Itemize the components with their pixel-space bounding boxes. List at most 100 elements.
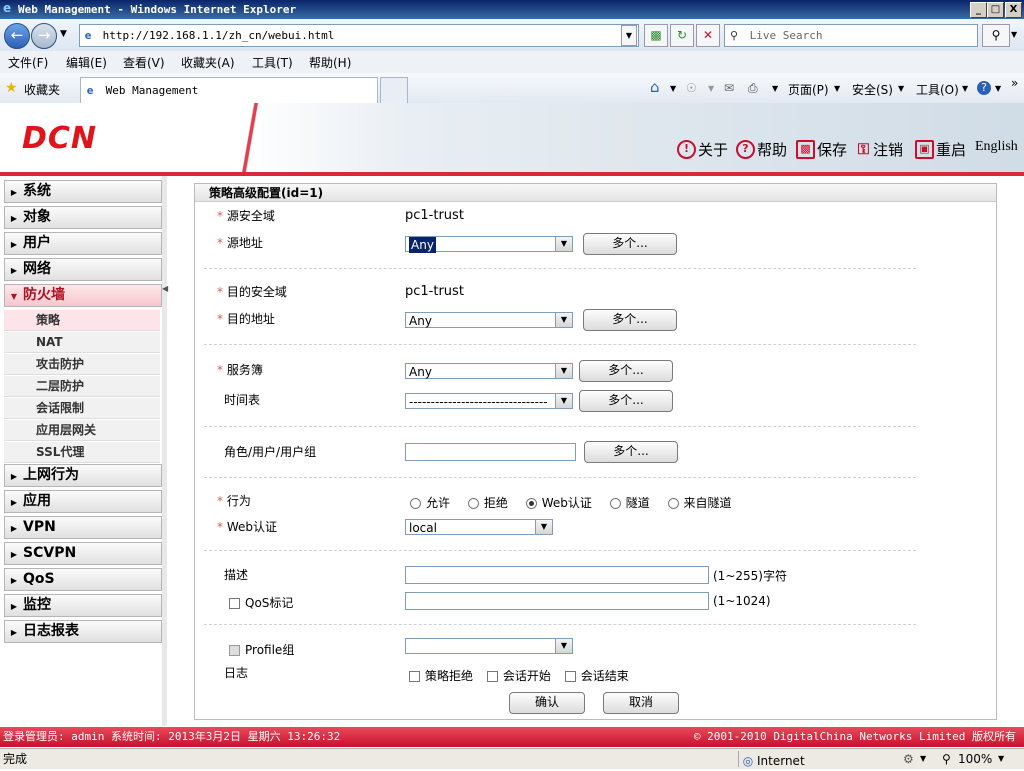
home-dropdown-icon[interactable]: ▼	[670, 84, 676, 93]
sidebar-item-objects[interactable]: ▶ 对象	[4, 206, 162, 229]
dst-addr-more-button[interactable]: 多个...	[583, 309, 677, 331]
search-options-icon[interactable]: ▼	[1011, 30, 1017, 39]
role-input[interactable]	[405, 443, 576, 461]
menu-help[interactable]: 帮助(H)	[309, 54, 351, 71]
qos-mark-checkbox[interactable]: QoS标记	[229, 594, 293, 611]
print-dropdown-icon[interactable]: ▼	[772, 84, 778, 93]
zoom-level[interactable]: 100%	[958, 749, 992, 769]
menu-favorites[interactable]: 收藏夹(A)	[181, 54, 235, 71]
src-addr-select[interactable]: Any ▼	[405, 236, 573, 253]
back-button[interactable]: ←	[4, 23, 30, 49]
sidebar-item-network[interactable]: ▶ 网络	[4, 258, 162, 281]
favorites-button[interactable]: 收藏夹	[24, 81, 60, 98]
help-icon[interactable]: ?	[977, 81, 991, 95]
qos-mark-input[interactable]	[405, 592, 709, 610]
zoom-icon[interactable]: ⚲	[942, 749, 951, 769]
address-input[interactable]: e http://192.168.1.1/zh_cn/webui.html	[79, 24, 639, 47]
schedule-select[interactable]: -------------------------------- ▼	[405, 393, 573, 409]
sidebar-item-internet-behavior[interactable]: ▶ 上网行为	[4, 464, 162, 487]
page-dropdown-icon[interactable]: ▼	[834, 84, 840, 93]
tools-menu[interactable]: 工具(O)	[916, 81, 959, 98]
action-tunnel-radio[interactable]: 隧道	[609, 496, 650, 510]
safety-menu[interactable]: 安全(S)	[852, 81, 893, 98]
sidebar-item-scvpn[interactable]: ▶ SCVPN	[4, 542, 162, 565]
sidebar-item-log-report[interactable]: ▶ 日志报表	[4, 620, 162, 643]
collapse-sidebar-icon[interactable]: ◀	[162, 284, 168, 293]
reboot-link[interactable]: ▣ 重启	[915, 139, 966, 160]
feeds-dropdown-icon[interactable]: ▼	[708, 84, 714, 93]
zoom-dropdown-icon[interactable]: ▼	[998, 749, 1004, 769]
feeds-icon[interactable]: ☉	[686, 81, 697, 95]
forward-button[interactable]: →	[31, 23, 57, 49]
help-dropdown-icon[interactable]: ▼	[995, 84, 1001, 93]
action-permit-radio[interactable]: 允许	[410, 496, 450, 510]
english-link[interactable]: English	[975, 139, 1018, 155]
service-more-button[interactable]: 多个...	[579, 360, 673, 382]
sidebar-item-application[interactable]: ▶ 应用	[4, 490, 162, 513]
new-tab-button[interactable]	[380, 77, 408, 104]
print-icon[interactable]: ⎙	[748, 81, 758, 96]
logout-link[interactable]: ⚿ 注销	[856, 139, 903, 160]
search-input[interactable]: ⚲ Live Search	[724, 24, 978, 47]
sidebar-sub-attack-defense[interactable]: 攻击防护	[4, 354, 160, 375]
help-link[interactable]: ? 帮助	[736, 139, 787, 160]
sidebar-item-monitor[interactable]: ▶ 监控	[4, 594, 162, 617]
menu-file[interactable]: 文件(F)	[8, 54, 48, 71]
log-session-end-checkbox[interactable]: 会话结束	[564, 669, 629, 683]
divider	[204, 550, 916, 551]
protected-mode-dropdown-icon[interactable]: ▼	[920, 749, 926, 769]
profile-group-select[interactable]: ▼	[405, 638, 573, 654]
sidebar-splitter[interactable]: ◀	[162, 176, 168, 726]
stop-icon[interactable]: ✕	[696, 24, 720, 47]
sidebar-sub-nat[interactable]: NAT	[4, 332, 160, 353]
mail-icon[interactable]: ✉	[724, 81, 734, 95]
tools-dropdown-icon[interactable]: ▼	[962, 84, 968, 93]
sidebar-item-users[interactable]: ▶ 用户	[4, 232, 162, 255]
home-icon[interactable]: ⌂	[650, 78, 660, 96]
about-link[interactable]: ! 关于	[677, 139, 728, 160]
overflow-chevron-icon[interactable]: »	[1011, 76, 1018, 90]
sidebar-sub-session-limit[interactable]: 会话限制	[4, 398, 160, 419]
action-webauth-radio[interactable]: Web认证	[525, 496, 592, 510]
schedule-more-button[interactable]: 多个...	[579, 390, 673, 412]
page-header: DCN ! 关于 ? 帮助 ▩ 保存 ⚿ 注销 ▣ 重启 English	[0, 103, 1024, 176]
cancel-button[interactable]: 取消	[603, 692, 679, 714]
address-dropdown-icon[interactable]: ▼	[621, 25, 637, 46]
sidebar-sub-alg[interactable]: 应用层网关	[4, 420, 160, 441]
sidebar-item-vpn[interactable]: ▶ VPN	[4, 516, 162, 539]
role-more-button[interactable]: 多个...	[584, 441, 678, 463]
sidebar-sub-policy[interactable]: 策略	[4, 310, 160, 331]
description-input[interactable]	[405, 566, 709, 584]
sidebar-sub-l2-defense[interactable]: 二层防护	[4, 376, 160, 397]
save-link[interactable]: ▩ 保存	[796, 139, 847, 160]
menu-tools[interactable]: 工具(T)	[252, 54, 293, 71]
ok-button[interactable]: 确认	[509, 692, 585, 714]
dst-addr-select[interactable]: Any ▼	[405, 312, 573, 328]
menu-view[interactable]: 查看(V)	[123, 54, 165, 71]
log-policy-deny-checkbox[interactable]: 策略拒绝	[409, 669, 473, 683]
minimize-button[interactable]: _	[970, 2, 987, 18]
sidebar-item-label: 日志报表	[23, 623, 79, 639]
safety-dropdown-icon[interactable]: ▼	[898, 84, 904, 93]
service-select[interactable]: Any ▼	[405, 363, 573, 379]
refresh-icon[interactable]: ↻	[670, 24, 694, 47]
sidebar-sub-ssl-proxy[interactable]: SSL代理	[4, 442, 160, 463]
menu-edit[interactable]: 编辑(E)	[66, 54, 107, 71]
sidebar-item-qos[interactable]: ▶ QoS	[4, 568, 162, 591]
history-dropdown-icon[interactable]: ▼	[60, 29, 67, 39]
action-deny-radio[interactable]: 拒绝	[467, 496, 508, 510]
action-from-tunnel-radio[interactable]: 来自隧道	[667, 496, 732, 510]
log-session-start-checkbox[interactable]: 会话开始	[486, 669, 551, 683]
src-addr-more-button[interactable]: 多个...	[583, 233, 677, 255]
browser-tab[interactable]: e Web Management	[80, 77, 378, 103]
search-icon[interactable]: ⚲	[982, 24, 1010, 47]
close-window-button[interactable]: X	[1005, 2, 1022, 18]
maximize-button[interactable]: □	[987, 2, 1004, 18]
compat-view-icon[interactable]: ▩	[644, 24, 668, 47]
protected-mode-icon[interactable]: ⚙	[903, 749, 914, 769]
profile-group-checkbox[interactable]: Profile组	[229, 641, 294, 658]
webauth-select[interactable]: local ▼	[405, 519, 553, 535]
sidebar-item-firewall[interactable]: ▼ 防火墙	[4, 284, 162, 307]
sidebar-item-system[interactable]: ▶ 系统	[4, 180, 162, 203]
page-menu[interactable]: 页面(P)	[788, 81, 829, 98]
